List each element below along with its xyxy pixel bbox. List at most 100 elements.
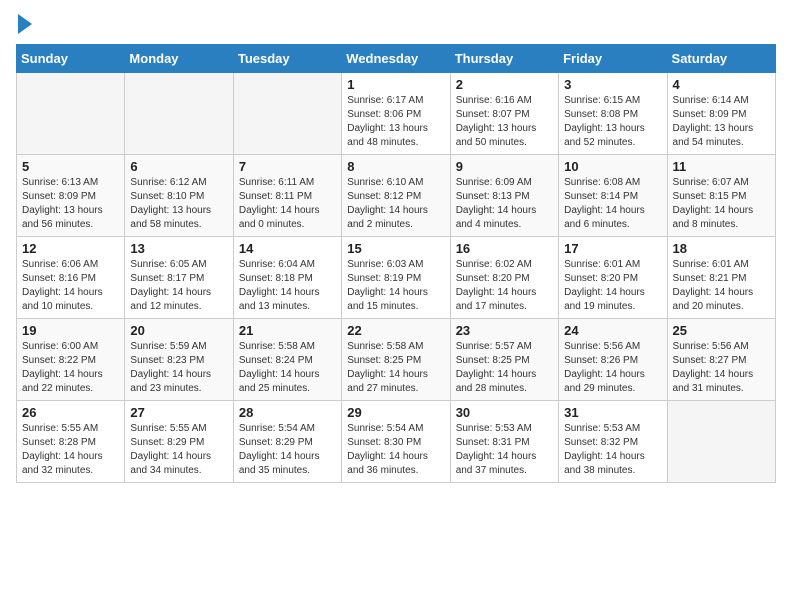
calendar-cell: 21Sunrise: 5:58 AM Sunset: 8:24 PM Dayli… xyxy=(233,319,341,401)
day-number: 27 xyxy=(130,405,227,420)
day-info: Sunrise: 6:03 AM Sunset: 8:19 PM Dayligh… xyxy=(347,258,444,314)
day-info: Sunrise: 6:14 AM Sunset: 8:09 PM Dayligh… xyxy=(673,94,770,150)
day-number: 19 xyxy=(22,323,119,338)
day-info: Sunrise: 6:05 AM Sunset: 8:17 PM Dayligh… xyxy=(130,258,227,314)
calendar-cell: 31 Sunrise: 5:53 AM Sunset: 8:32 PM Dayli… xyxy=(559,401,667,483)
calendar-cell: 27 Sunrise: 5:55 AM Sunset: 8:29 PM Dayli… xyxy=(125,401,233,483)
calendar-week-row: 5 Sunrise: 6:13 AM Sunset: 8:09 PM Daylig… xyxy=(17,155,776,237)
day-header-saturday: Saturday xyxy=(667,45,775,73)
logo xyxy=(16,16,32,34)
day-header-tuesday: Tuesday xyxy=(233,45,341,73)
day-number: 9 xyxy=(456,159,553,174)
calendar-cell: 7 Sunrise: 6:11 AM Sunset: 8:11 PM Daylig… xyxy=(233,155,341,237)
day-info: Sunrise: 5:55 AM Sunset: 8:29 PM Dayligh… xyxy=(130,422,227,478)
calendar-cell: 8Sunrise: 6:10 AM Sunset: 8:12 PM Daylig… xyxy=(342,155,450,237)
day-info: Sunrise: 6:07 AM Sunset: 8:15 PM Dayligh… xyxy=(673,176,770,232)
day-number: 31 xyxy=(564,405,661,420)
day-info: Sunrise: 5:54 AM Sunset: 8:30 PM Dayligh… xyxy=(347,422,444,478)
day-number: 22 xyxy=(347,323,444,338)
day-info: Sunrise: 5:59 AM Sunset: 8:23 PM Dayligh… xyxy=(130,340,227,396)
day-header-sunday: Sunday xyxy=(17,45,125,73)
day-number: 30 xyxy=(456,405,553,420)
calendar-cell: 6 Sunrise: 6:12 AM Sunset: 8:10 PM Daylig… xyxy=(125,155,233,237)
day-number: 1 xyxy=(347,77,444,92)
day-number: 4 xyxy=(673,77,770,92)
day-number: 28 xyxy=(239,405,336,420)
day-info: Sunrise: 6:13 AM Sunset: 8:09 PM Dayligh… xyxy=(22,176,119,232)
calendar-week-row: 12 Sunrise: 6:06 AM Sunset: 8:16 PM Dayli… xyxy=(17,237,776,319)
day-number: 14 xyxy=(239,241,336,256)
calendar-cell: 15 Sunrise: 6:03 AM Sunset: 8:19 PM Dayli… xyxy=(342,237,450,319)
day-info: Sunrise: 6:15 AM Sunset: 8:08 PM Dayligh… xyxy=(564,94,661,150)
day-info: Sunrise: 6:04 AM Sunset: 8:18 PM Dayligh… xyxy=(239,258,336,314)
day-number: 29 xyxy=(347,405,444,420)
logo-arrow-icon xyxy=(18,14,32,34)
day-number: 11 xyxy=(673,159,770,174)
calendar-cell: 3 Sunrise: 6:15 AM Sunset: 8:08 PM Daylig… xyxy=(559,73,667,155)
day-info: Sunrise: 6:01 AM Sunset: 8:21 PM Dayligh… xyxy=(673,258,770,314)
day-info: Sunrise: 5:56 AM Sunset: 8:27 PM Dayligh… xyxy=(673,340,770,396)
day-number: 24 xyxy=(564,323,661,338)
day-number: 3 xyxy=(564,77,661,92)
calendar-week-row: 19 Sunrise: 6:00 AM Sunset: 8:22 PM Dayli… xyxy=(17,319,776,401)
calendar-cell: 13 Sunrise: 6:05 AM Sunset: 8:17 PM Dayli… xyxy=(125,237,233,319)
calendar-cell: 12 Sunrise: 6:06 AM Sunset: 8:16 PM Dayli… xyxy=(17,237,125,319)
page-header xyxy=(16,16,776,34)
day-number: 16 xyxy=(456,241,553,256)
day-header-monday: Monday xyxy=(125,45,233,73)
day-number: 15 xyxy=(347,241,444,256)
day-number: 6 xyxy=(130,159,227,174)
day-number: 5 xyxy=(22,159,119,174)
day-info: Sunrise: 5:53 AM Sunset: 8:32 PM Dayligh… xyxy=(564,422,661,478)
calendar-cell: 22 Sunrise: 5:58 AM Sunset: 8:25 PM Dayli… xyxy=(342,319,450,401)
day-number: 10 xyxy=(564,159,661,174)
day-number: 23 xyxy=(456,323,553,338)
day-info: Sunrise: 6:11 AM Sunset: 8:11 PM Dayligh… xyxy=(239,176,336,232)
day-info: Sunrise: 6:12 AM Sunset: 8:10 PM Dayligh… xyxy=(130,176,227,232)
calendar-cell: 23Sunrise: 5:57 AM Sunset: 8:25 PM Dayli… xyxy=(450,319,558,401)
day-number: 2 xyxy=(456,77,553,92)
calendar-cell: 19 Sunrise: 6:00 AM Sunset: 8:22 PM Dayli… xyxy=(17,319,125,401)
day-info: Sunrise: 6:02 AM Sunset: 8:20 PM Dayligh… xyxy=(456,258,553,314)
calendar-cell xyxy=(125,73,233,155)
calendar-header-row: SundayMondayTuesdayWednesdayThursdayFrid… xyxy=(17,45,776,73)
day-number: 18 xyxy=(673,241,770,256)
day-number: 17 xyxy=(564,241,661,256)
calendar-cell: 18 Sunrise: 6:01 AM Sunset: 8:21 PM Dayli… xyxy=(667,237,775,319)
calendar-cell: 16 Sunrise: 6:02 AM Sunset: 8:20 PM Dayli… xyxy=(450,237,558,319)
calendar-cell: 14 Sunrise: 6:04 AM Sunset: 8:18 PM Dayli… xyxy=(233,237,341,319)
calendar-cell: 28 Sunrise: 5:54 AM Sunset: 8:29 PM Dayli… xyxy=(233,401,341,483)
day-number: 26 xyxy=(22,405,119,420)
calendar-cell: 9Sunrise: 6:09 AM Sunset: 8:13 PM Daylig… xyxy=(450,155,558,237)
calendar-cell: 25 Sunrise: 5:56 AM Sunset: 8:27 PM Dayli… xyxy=(667,319,775,401)
calendar-cell xyxy=(17,73,125,155)
day-header-wednesday: Wednesday xyxy=(342,45,450,73)
day-number: 7 xyxy=(239,159,336,174)
day-info: Sunrise: 5:58 AM Sunset: 8:24 PM Dayligh… xyxy=(239,340,336,396)
calendar-cell: 29 Sunrise: 5:54 AM Sunset: 8:30 PM Dayli… xyxy=(342,401,450,483)
day-info: Sunrise: 6:10 AM Sunset: 8:12 PM Dayligh… xyxy=(347,176,444,232)
calendar-cell: 5 Sunrise: 6:13 AM Sunset: 8:09 PM Daylig… xyxy=(17,155,125,237)
calendar-cell: 20 Sunrise: 5:59 AM Sunset: 8:23 PM Dayli… xyxy=(125,319,233,401)
calendar-cell: 4 Sunrise: 6:14 AM Sunset: 8:09 PM Daylig… xyxy=(667,73,775,155)
day-info: Sunrise: 5:54 AM Sunset: 8:29 PM Dayligh… xyxy=(239,422,336,478)
calendar-cell xyxy=(233,73,341,155)
calendar-cell: 1 Sunrise: 6:17 AM Sunset: 8:06 PM Daylig… xyxy=(342,73,450,155)
day-info: Sunrise: 6:01 AM Sunset: 8:20 PM Dayligh… xyxy=(564,258,661,314)
day-number: 12 xyxy=(22,241,119,256)
calendar-cell: 17 Sunrise: 6:01 AM Sunset: 8:20 PM Dayli… xyxy=(559,237,667,319)
calendar-cell: 11 Sunrise: 6:07 AM Sunset: 8:15 PM Dayli… xyxy=(667,155,775,237)
day-info: Sunrise: 5:58 AM Sunset: 8:25 PM Dayligh… xyxy=(347,340,444,396)
day-info: Sunrise: 6:17 AM Sunset: 8:06 PM Dayligh… xyxy=(347,94,444,150)
day-info: Sunrise: 6:08 AM Sunset: 8:14 PM Dayligh… xyxy=(564,176,661,232)
calendar-cell: 30Sunrise: 5:53 AM Sunset: 8:31 PM Dayli… xyxy=(450,401,558,483)
calendar-table: SundayMondayTuesdayWednesdayThursdayFrid… xyxy=(16,44,776,483)
day-number: 20 xyxy=(130,323,227,338)
day-info: Sunrise: 6:00 AM Sunset: 8:22 PM Dayligh… xyxy=(22,340,119,396)
calendar-cell xyxy=(667,401,775,483)
calendar-week-row: 26Sunrise: 5:55 AM Sunset: 8:28 PM Dayli… xyxy=(17,401,776,483)
day-number: 13 xyxy=(130,241,227,256)
day-number: 25 xyxy=(673,323,770,338)
day-info: Sunrise: 6:06 AM Sunset: 8:16 PM Dayligh… xyxy=(22,258,119,314)
calendar-cell: 26Sunrise: 5:55 AM Sunset: 8:28 PM Dayli… xyxy=(17,401,125,483)
